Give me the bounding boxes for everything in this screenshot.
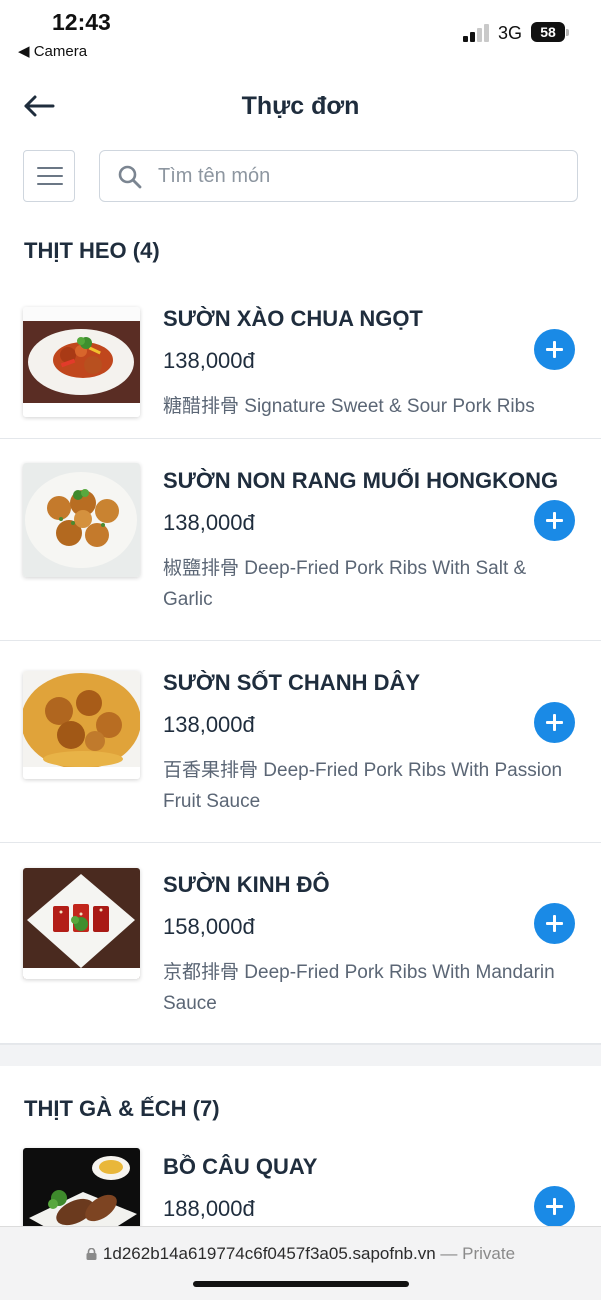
- item-name: SƯỜN KINH ĐÔ: [163, 872, 330, 897]
- hamburger-icon-line: [37, 175, 63, 177]
- url-domain: 1d262b14a619774c6f0457f3a05.sapofnb.vn: [102, 1244, 436, 1263]
- dish-image: [23, 1148, 140, 1226]
- search-input[interactable]: [158, 151, 568, 201]
- item-name: BỒ CÂU QUAY: [163, 1154, 318, 1179]
- hamburger-icon-line: [37, 167, 63, 169]
- cellular-signal-icon: [463, 24, 491, 42]
- dish-image: [23, 307, 140, 417]
- search-icon: [118, 165, 142, 189]
- item-price: 138,000đ: [163, 712, 255, 737]
- menu-item[interactable]: SƯỜN SỐT CHANH DÂY 138,000đ 百香果排骨 Deep-F…: [0, 641, 601, 843]
- item-description: 糖醋排骨 Signature Sweet & Sour Pork Ribs: [163, 396, 535, 417]
- browser-url-bar[interactable]: 1d262b14a619774c6f0457f3a05.sapofnb.vn —…: [0, 1226, 601, 1300]
- search-box[interactable]: [99, 150, 578, 202]
- item-price: 138,000đ: [163, 510, 255, 535]
- dish-image: [23, 868, 140, 979]
- add-item-button[interactable]: [534, 1186, 575, 1226]
- item-name: SƯỜN XÀO CHUA NGỌT: [163, 306, 423, 331]
- url-text[interactable]: 1d262b14a619774c6f0457f3a05.sapofnb.vn —…: [0, 1244, 601, 1264]
- page-title: Thực đơn: [241, 92, 360, 120]
- menu-item[interactable]: SƯỜN XÀO CHUA NGỌT 138,000đ 糖醋排骨 Signatu…: [0, 292, 601, 439]
- dish-image: [23, 671, 140, 779]
- item-description: 京都排骨 Deep-Fried Pork Ribs With Mandarin …: [163, 962, 555, 1014]
- item-price: 188,000đ: [163, 1196, 255, 1221]
- add-item-button[interactable]: [534, 903, 575, 944]
- section-divider: [0, 1044, 601, 1066]
- battery-icon: 58: [531, 22, 569, 42]
- status-time: 12:43: [52, 9, 111, 35]
- dish-image: [23, 463, 140, 577]
- home-indicator[interactable]: [193, 1281, 409, 1287]
- category-title: THỊT HEO (4): [24, 238, 160, 263]
- add-item-button[interactable]: [534, 329, 575, 370]
- item-price: 138,000đ: [163, 348, 255, 373]
- back-to-camera-link[interactable]: ◀ Camera: [18, 42, 87, 60]
- item-description: 椒鹽排骨 Deep-Fried Pork Ribs With Salt & Ga…: [163, 558, 527, 610]
- menu-item[interactable]: SƯỜN NON RANG MUỐI HONGKONG 138,000đ 椒鹽排…: [0, 439, 601, 641]
- network-type: 3G: [498, 23, 523, 43]
- category-menu-button[interactable]: [23, 150, 75, 202]
- menu-item[interactable]: BỒ CÂU QUAY 188,000đ: [0, 1133, 601, 1226]
- hamburger-icon-line: [37, 183, 63, 185]
- item-name: SƯỜN NON RANG MUỐI HONGKONG: [163, 468, 559, 493]
- item-name: SƯỜN SỐT CHANH DÂY: [163, 670, 421, 695]
- status-bar: 12:43 ◀ Camera 3G 58: [0, 0, 601, 70]
- private-label: — Private: [440, 1244, 516, 1263]
- app-header: Thực đơn: [0, 80, 601, 135]
- category-title: THỊT GÀ & ẾCH (7): [24, 1096, 220, 1121]
- add-item-button[interactable]: [534, 500, 575, 541]
- lock-icon: [86, 1248, 97, 1260]
- menu-item[interactable]: SƯỜN KINH ĐÔ 158,000đ 京都排骨 Deep-Fried Po…: [0, 843, 601, 1044]
- item-price: 158,000đ: [163, 914, 255, 939]
- item-description: 百香果排骨 Deep-Fried Pork Ribs With Passion …: [163, 760, 563, 812]
- add-item-button[interactable]: [534, 702, 575, 743]
